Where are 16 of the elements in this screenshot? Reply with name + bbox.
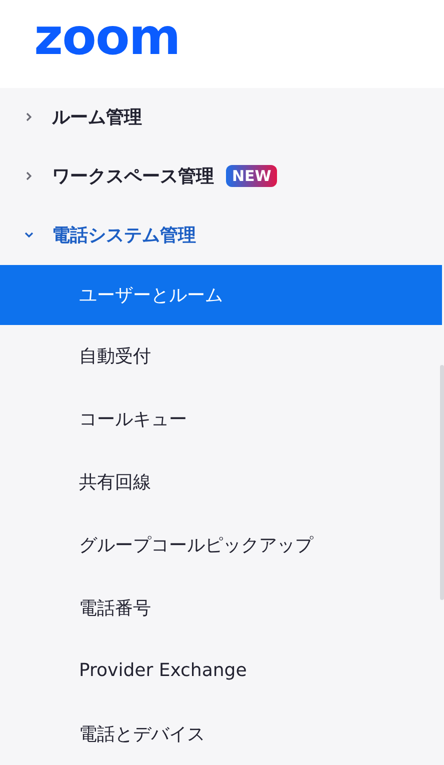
nav-group[interactable]: ルーム管理 bbox=[0, 88, 444, 147]
nav-item[interactable]: コールキュー bbox=[0, 388, 442, 450]
nav-group[interactable]: 電話システム管理 bbox=[0, 206, 444, 265]
nav-item[interactable]: Provider Exchange bbox=[0, 639, 442, 702]
logo[interactable]: zoom bbox=[34, 12, 180, 62]
nav-item[interactable]: グループコールピックアップ bbox=[0, 513, 442, 576]
chevron-right-icon bbox=[24, 112, 34, 122]
nav-item[interactable]: ユーザーとルーム bbox=[0, 264, 442, 325]
nav-item[interactable]: 電話番号 bbox=[0, 576, 442, 640]
nav-item[interactable]: 電話とデバイス bbox=[0, 702, 442, 765]
nav-item[interactable]: 共有回線 bbox=[0, 450, 442, 514]
nav-group[interactable]: ワークスペース管理 NEW bbox=[0, 146, 444, 206]
chevron-down-icon bbox=[24, 230, 34, 240]
nav-item[interactable]: 自動受付 bbox=[0, 324, 442, 388]
new-badge: NEW bbox=[226, 165, 278, 188]
chevron-right-icon bbox=[24, 171, 34, 182]
